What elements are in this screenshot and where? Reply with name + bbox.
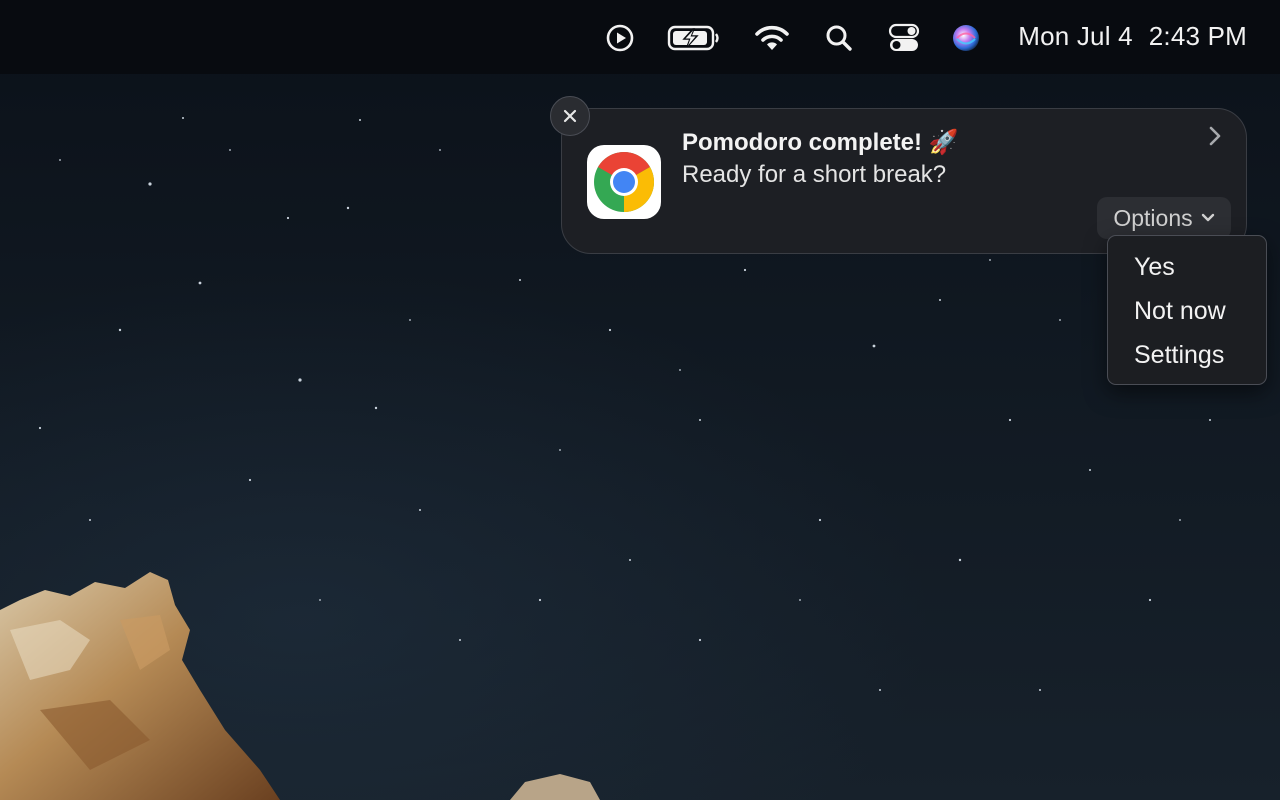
now-playing-icon[interactable] bbox=[604, 20, 636, 56]
expand-chevron-icon[interactable] bbox=[1203, 124, 1227, 148]
options-button[interactable]: Options bbox=[1097, 197, 1231, 239]
close-icon bbox=[563, 109, 577, 123]
wifi-icon[interactable] bbox=[754, 20, 790, 56]
options-button-label: Options bbox=[1113, 204, 1193, 231]
options-menu: Yes Not now Settings bbox=[1107, 235, 1267, 385]
chrome-icon bbox=[587, 145, 661, 219]
spotlight-search-icon[interactable] bbox=[823, 20, 855, 56]
chevron-down-icon bbox=[1201, 213, 1214, 222]
menu-item-settings[interactable]: Settings bbox=[1134, 337, 1224, 373]
menu-bar-clock[interactable]: Mon Jul 4 2:43 PM bbox=[1018, 18, 1247, 54]
battery-charging-icon[interactable] bbox=[667, 20, 721, 56]
menu-bar: Mon Jul 4 2:43 PM bbox=[0, 0, 1280, 74]
siri-icon[interactable] bbox=[950, 20, 982, 56]
menu-bar-time: 2:43 PM bbox=[1148, 20, 1247, 51]
rock-formation bbox=[0, 572, 600, 800]
notification-close-button[interactable] bbox=[550, 96, 590, 136]
menu-item-not-now[interactable]: Not now bbox=[1134, 293, 1226, 329]
menu-bar-date: Mon Jul 4 bbox=[1018, 20, 1133, 51]
control-center-icon[interactable] bbox=[887, 20, 921, 56]
menu-item-yes[interactable]: Yes bbox=[1134, 249, 1175, 285]
notification-title: Pomodoro complete! 🚀 bbox=[682, 129, 959, 156]
notification-body: Ready for a short break? bbox=[682, 161, 947, 188]
